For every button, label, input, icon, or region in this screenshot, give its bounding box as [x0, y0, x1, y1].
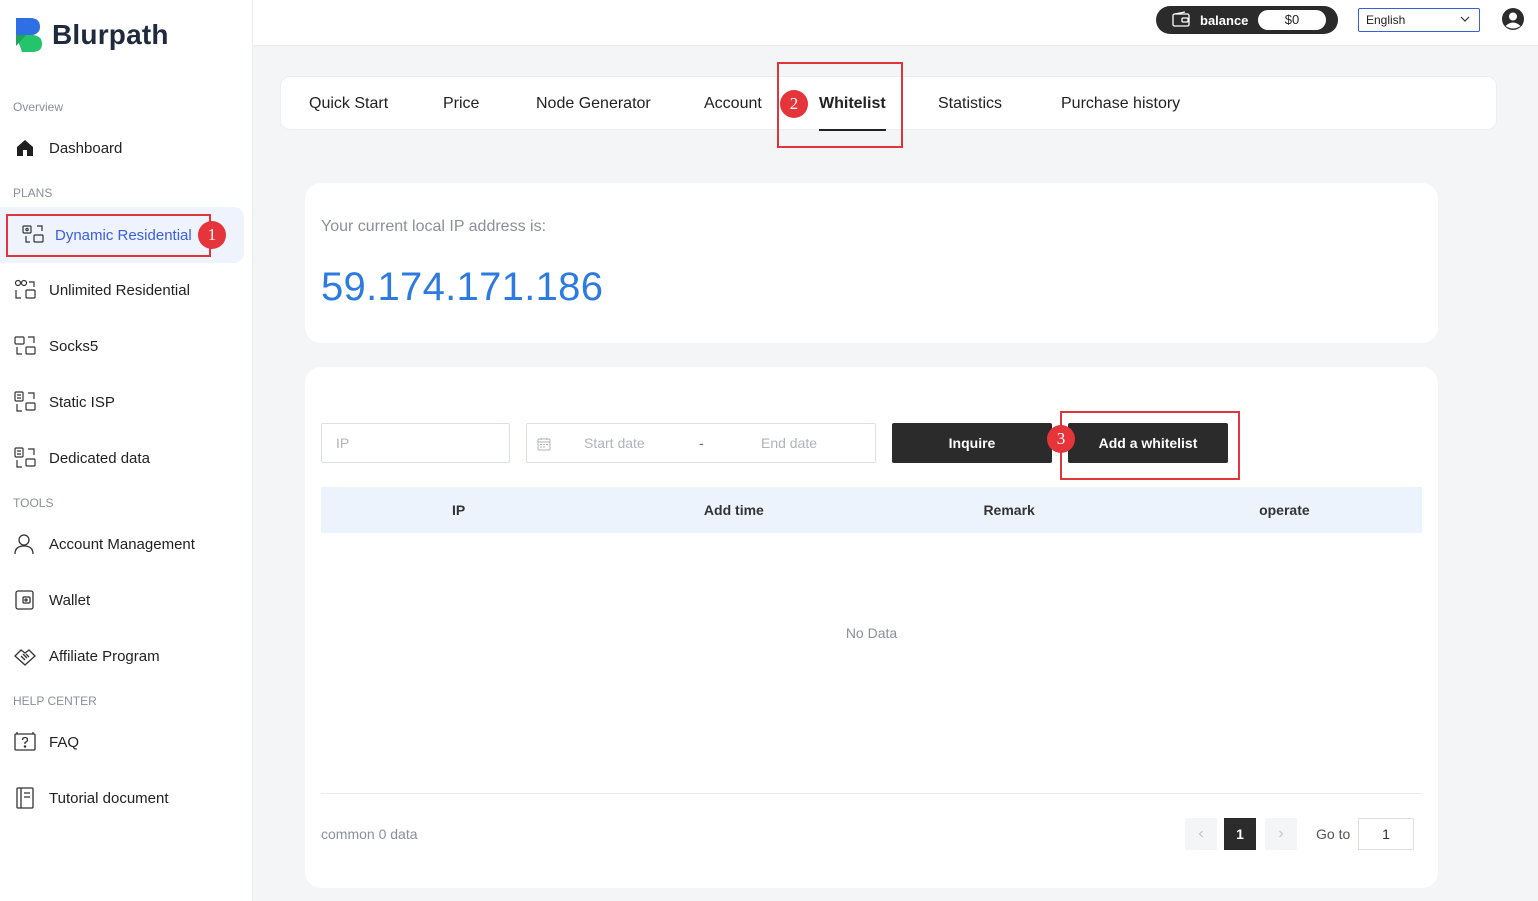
goto-label: Go to: [1316, 826, 1351, 842]
balance-amount: $0: [1258, 10, 1326, 30]
tab-quick-start[interactable]: Quick Start: [309, 77, 388, 131]
sidebar-item-wallet[interactable]: Wallet: [0, 578, 244, 622]
empty-state-text: No Data: [845, 625, 898, 641]
wallet-icon: [1172, 10, 1190, 30]
column-header-remark: Remark: [983, 502, 1035, 518]
column-header-operate: operate: [1259, 502, 1310, 518]
tab-purchase-history[interactable]: Purchase history: [1061, 77, 1180, 131]
home-icon: [12, 135, 38, 161]
language-value: English: [1366, 13, 1406, 27]
table-header: IP Add time Remark operate: [321, 487, 1422, 533]
next-page-button[interactable]: [1265, 818, 1297, 850]
annotation-marker-3: 3: [1047, 425, 1075, 453]
sidebar-item-unlimited-residential[interactable]: Unlimited Residential: [0, 268, 244, 312]
prev-page-button[interactable]: [1185, 818, 1217, 850]
column-header-add-time: Add time: [703, 502, 764, 518]
ip-filter-input[interactable]: IP: [321, 423, 510, 463]
handshake-icon: [12, 643, 38, 669]
balance-label: balance: [1200, 12, 1249, 28]
tab-statistics[interactable]: Statistics: [938, 77, 1002, 131]
top-bar: balance $0 English: [253, 0, 1538, 46]
sidebar-item-label: Tutorial document: [49, 789, 169, 807]
dedicated-data-icon: [12, 445, 38, 471]
date-separator: -: [699, 435, 704, 451]
sidebar-item-label: Dynamic Residential: [55, 226, 192, 244]
goto-page-input[interactable]: 1: [1358, 818, 1414, 850]
calendar-icon: [537, 438, 551, 451]
section-label-overview: Overview: [13, 100, 64, 114]
tab-account[interactable]: Account: [704, 77, 762, 131]
sidebar-item-label: Dedicated data: [49, 449, 150, 467]
sidebar-item-label: Socks5: [49, 337, 99, 355]
annotation-marker-2: 2: [780, 90, 808, 118]
static-isp-icon: [12, 389, 38, 415]
sidebar-item-account-management[interactable]: Account Management: [0, 522, 244, 566]
sidebar-item-label: Affiliate Program: [49, 647, 160, 665]
user-icon: [12, 531, 38, 557]
chevron-left-icon: [1198, 830, 1203, 838]
sidebar: Blurpath Overview Dashboard PLANS Dynami…: [0, 0, 253, 901]
question-icon: [12, 729, 38, 755]
tab-whitelist[interactable]: Whitelist: [819, 77, 886, 131]
add-whitelist-button[interactable]: Add a whitelist: [1068, 423, 1228, 463]
ip-filter-placeholder: IP: [336, 435, 350, 451]
sidebar-item-label: Account Management: [49, 535, 195, 553]
sidebar-item-dedicated-data[interactable]: Dedicated data: [0, 436, 244, 480]
sidebar-item-dashboard[interactable]: Dashboard: [0, 126, 244, 170]
table-divider: [321, 793, 1422, 794]
column-header-ip: IP: [452, 502, 466, 518]
balance-pill[interactable]: balance $0: [1156, 6, 1338, 34]
sidebar-item-label: Dashboard: [49, 139, 123, 157]
total-count-text: common 0 data: [321, 826, 418, 842]
document-icon: [12, 785, 38, 811]
brand-logo[interactable]: Blurpath: [14, 16, 169, 54]
sidebar-item-socks5[interactable]: Socks5: [0, 324, 244, 368]
sidebar-item-label: FAQ: [49, 733, 80, 751]
sidebar-item-label: Static ISP: [49, 393, 115, 411]
section-label-help-center: HELP CENTER: [13, 694, 97, 708]
brand-name: Blurpath: [52, 19, 169, 50]
sidebar-item-static-isp[interactable]: Static ISP: [0, 380, 244, 424]
sidebar-item-affiliate-program[interactable]: Affiliate Program: [0, 634, 244, 678]
blurpath-logo-icon: [16, 18, 42, 52]
chevron-down-icon: [1460, 16, 1470, 22]
end-date-placeholder: End date: [761, 435, 818, 451]
whitelist-card: IP Start date - End date Inquire Add a w…: [305, 367, 1438, 888]
section-label-plans: PLANS: [13, 186, 53, 200]
section-label-tools: TOOLS: [13, 496, 54, 510]
top-tabs: Quick Start Price Node Generator Account…: [280, 76, 1497, 131]
sidebar-item-faq[interactable]: FAQ: [0, 720, 244, 764]
sidebar-item-label: Wallet: [49, 591, 91, 609]
chevron-right-icon: [1279, 830, 1284, 838]
annotation-marker-1: 1: [198, 221, 226, 249]
language-select[interactable]: English: [1358, 8, 1480, 32]
tab-node-generator[interactable]: Node Generator: [536, 77, 651, 131]
unlimited-residential-icon: [12, 277, 38, 303]
tab-price[interactable]: Price: [443, 77, 479, 131]
date-range-picker[interactable]: Start date - End date: [526, 423, 876, 463]
wallet-icon: [12, 587, 38, 613]
dynamic-residential-icon: [20, 222, 46, 248]
inquire-button[interactable]: Inquire: [892, 423, 1052, 463]
page-button-current[interactable]: 1: [1224, 818, 1256, 850]
current-ip-label: Your current local IP address is:: [321, 218, 547, 235]
current-ip-card: Your current local IP address is: 59.174…: [305, 183, 1438, 343]
sidebar-item-label: Unlimited Residential: [49, 281, 190, 299]
socks5-icon: [12, 333, 38, 359]
start-date-placeholder: Start date: [584, 435, 645, 451]
user-avatar-icon[interactable]: [1501, 7, 1525, 31]
sidebar-item-tutorial-document[interactable]: Tutorial document: [0, 776, 244, 820]
current-ip-value: 59.174.171.186: [321, 265, 604, 309]
